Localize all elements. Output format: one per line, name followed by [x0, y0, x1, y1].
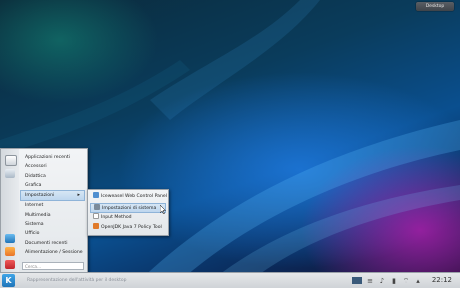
menu-item-office[interactable]: Ufficio: [21, 229, 85, 238]
submenu-item-system-settings[interactable]: Impostazioni di sistema: [90, 203, 166, 213]
taskbar-hint-text: Rappresentazione dell'attività per il de…: [27, 278, 127, 283]
power-icon[interactable]: [5, 260, 15, 269]
menu-item-label: Internet: [25, 203, 44, 209]
system-tray: ≡ ♪ ▮ ⌔ ▴: [352, 275, 422, 286]
settings-submenu: Iceweasel Web Control Panel Impostazioni…: [87, 189, 169, 236]
menu-item-system[interactable]: Sistema: [21, 220, 85, 229]
display-icon[interactable]: [352, 277, 362, 284]
submenu-item-input-method[interactable]: Input Method: [90, 213, 166, 223]
menu-item-education[interactable]: Didattica: [21, 172, 85, 181]
battery-icon[interactable]: ▮: [390, 277, 398, 285]
menu-item-internet[interactable]: Internet: [21, 201, 85, 210]
network-icon[interactable]: ⌔: [402, 277, 410, 285]
input-method-icon: [93, 213, 99, 219]
search-input[interactable]: Cerca...: [22, 262, 84, 270]
menu-item-label: Applicazioni recenti: [25, 155, 70, 160]
menu-item-label: Grafica: [25, 182, 42, 188]
menu-item-label: Impostazioni: [25, 193, 55, 199]
menu-item-label: Didattica: [25, 173, 46, 179]
menu-item-accessories[interactable]: Accessori: [21, 162, 85, 171]
clipboard-icon[interactable]: ≡: [366, 277, 374, 285]
trash-icon[interactable]: [5, 169, 15, 178]
desktop-toolbox-button[interactable]: Desktop: [416, 2, 454, 11]
system-settings-icon[interactable]: [5, 234, 15, 243]
submenu-item-label: Iceweasel Web Control Panel: [101, 194, 167, 199]
tray-expand-icon[interactable]: ▴: [414, 277, 422, 285]
submenu-item-web-control[interactable]: Iceweasel Web Control Panel: [90, 192, 167, 202]
menu-item-label: Sistema: [25, 222, 44, 228]
clock[interactable]: 22:12: [432, 275, 452, 286]
java-icon: [93, 223, 99, 229]
taskbar: K Rappresentazione dell'attività per il …: [0, 272, 460, 288]
menu-favorites-sidebar: [1, 149, 19, 273]
menu-category-list: Applicazioni recenti Accessori Didattica…: [20, 153, 85, 257]
menu-item-label: Ufficio: [25, 231, 40, 237]
volume-icon[interactable]: ♪: [378, 277, 386, 285]
application-launcher-menu: Applicazioni recenti Accessori Didattica…: [0, 148, 88, 274]
web-control-icon: [93, 192, 99, 198]
menu-item-power-session[interactable]: Alimentazione / Sessione: [21, 248, 85, 257]
menu-item-label: Accessori: [25, 164, 47, 170]
menu-item-label: Documenti recenti: [25, 240, 68, 246]
submenu-item-label: Input Method: [101, 215, 132, 220]
menu-item-label: Alimentazione / Sessione: [25, 249, 83, 255]
menu-item-graphics[interactable]: Grafica: [21, 181, 85, 190]
menu-item-recent-apps[interactable]: Applicazioni recenti: [21, 153, 85, 162]
menu-item-recent-documents[interactable]: Documenti recenti: [21, 239, 85, 248]
mouse-cursor-icon: [160, 205, 166, 214]
system-settings-icon: [94, 204, 100, 210]
submenu-item-label: Impostazioni di sistema: [102, 206, 157, 211]
submenu-item-java-policy[interactable]: OpenJDK Java 7 Policy Tool: [90, 223, 166, 233]
mail-icon[interactable]: [5, 155, 17, 166]
menu-item-settings[interactable]: Impostazioni ▸: [20, 190, 85, 202]
submenu-item-label: OpenJDK Java 7 Policy Tool: [101, 225, 162, 230]
application-launcher-button[interactable]: K: [2, 274, 15, 287]
browser-icon[interactable]: [5, 247, 15, 256]
menu-item-multimedia[interactable]: Multimedia: [21, 211, 85, 220]
menu-item-label: Multimedia: [25, 212, 51, 218]
submenu-arrow-icon: ▸: [77, 192, 80, 199]
